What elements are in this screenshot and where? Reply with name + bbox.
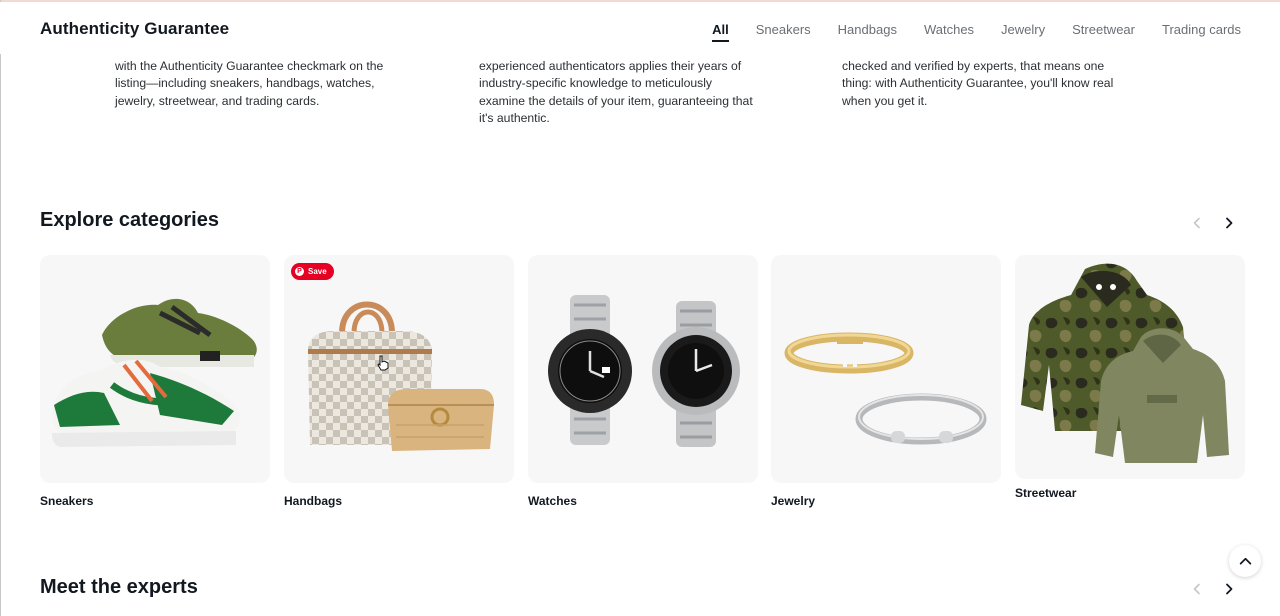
page-header: Authenticity Guarantee All Sneakers Hand… bbox=[0, 2, 1280, 54]
info-line: examine the details of your item, guaran… bbox=[479, 93, 753, 108]
tab-jewelry[interactable]: Jewelry bbox=[1001, 22, 1045, 42]
category-label: Sneakers bbox=[40, 494, 94, 508]
carousel-prev-button[interactable] bbox=[1186, 212, 1208, 234]
handbags-image: P Save bbox=[284, 255, 514, 483]
category-carousel: Sneakers P Save Handbags Watches Jewelry… bbox=[40, 255, 1245, 515]
info-line: industry-specific knowledge to meticulou… bbox=[479, 76, 713, 91]
info-line: jewelry, streetwear, and trading cards. bbox=[115, 93, 320, 108]
chevron-left-icon bbox=[1193, 217, 1200, 229]
chevron-right-icon bbox=[1226, 217, 1233, 229]
chevron-right-icon bbox=[1226, 583, 1233, 595]
chevron-left-icon bbox=[1193, 583, 1200, 595]
info-line: when you get it. bbox=[842, 93, 928, 108]
watches-image bbox=[528, 255, 758, 483]
category-label: Streetwear bbox=[1015, 486, 1077, 500]
info-column-1: with the Authenticity Guarantee checkmar… bbox=[115, 58, 405, 110]
tab-watches[interactable]: Watches bbox=[924, 22, 974, 42]
experts-prev-button[interactable] bbox=[1186, 578, 1208, 600]
category-card-streetwear[interactable]: Streetwear bbox=[1015, 255, 1245, 500]
page-title: Authenticity Guarantee bbox=[40, 19, 230, 38]
info-line: checked and verified by experts, that me… bbox=[842, 59, 1105, 73]
info-line: experienced authenticators applies their… bbox=[479, 59, 742, 73]
category-card-watches[interactable]: Watches bbox=[528, 255, 758, 508]
category-label: Jewelry bbox=[771, 494, 816, 508]
streetwear-image bbox=[1015, 255, 1245, 479]
left-border bbox=[0, 0, 1, 616]
category-tabs: All Sneakers Handbags Watches Jewelry St… bbox=[685, 22, 1241, 42]
save-label: Save bbox=[308, 267, 327, 276]
pinterest-icon: P bbox=[295, 267, 304, 276]
tab-all[interactable]: All bbox=[712, 22, 729, 42]
category-label: Handbags bbox=[284, 494, 343, 508]
tab-sneakers[interactable]: Sneakers bbox=[756, 22, 811, 42]
meet-the-experts-heading: Meet the experts bbox=[40, 576, 198, 598]
info-line: listing—including sneakers, handbags, wa… bbox=[115, 76, 375, 91]
explore-categories-heading: Explore categories bbox=[40, 209, 219, 231]
tab-streetwear[interactable]: Streetwear bbox=[1072, 22, 1135, 42]
chevron-up-icon bbox=[1239, 557, 1251, 565]
sneakers-image bbox=[40, 255, 270, 483]
save-button[interactable]: P Save bbox=[291, 263, 334, 280]
scroll-to-top-button[interactable] bbox=[1229, 545, 1261, 577]
category-card-jewelry[interactable]: Jewelry bbox=[771, 255, 1001, 508]
category-card-sneakers[interactable]: Sneakers bbox=[40, 255, 270, 508]
info-line: with the Authenticity Guarantee checkmar… bbox=[115, 59, 384, 73]
tab-trading-cards[interactable]: Trading cards bbox=[1162, 22, 1241, 42]
category-card-handbags[interactable]: P Save Handbags bbox=[284, 255, 514, 508]
info-column-2: experienced authenticators applies their… bbox=[479, 58, 769, 128]
info-column-3: checked and verified by experts, that me… bbox=[842, 58, 1132, 110]
tab-handbags[interactable]: Handbags bbox=[838, 22, 897, 42]
category-label: Watches bbox=[528, 494, 577, 508]
carousel-next-button[interactable] bbox=[1218, 212, 1240, 234]
jewelry-image bbox=[771, 255, 1001, 483]
info-line: it's authentic. bbox=[479, 111, 550, 126]
hand-cursor-icon bbox=[377, 355, 389, 371]
experts-next-button[interactable] bbox=[1218, 578, 1240, 600]
info-line: thing: with Authenticity Guarantee, you'… bbox=[842, 76, 1114, 91]
